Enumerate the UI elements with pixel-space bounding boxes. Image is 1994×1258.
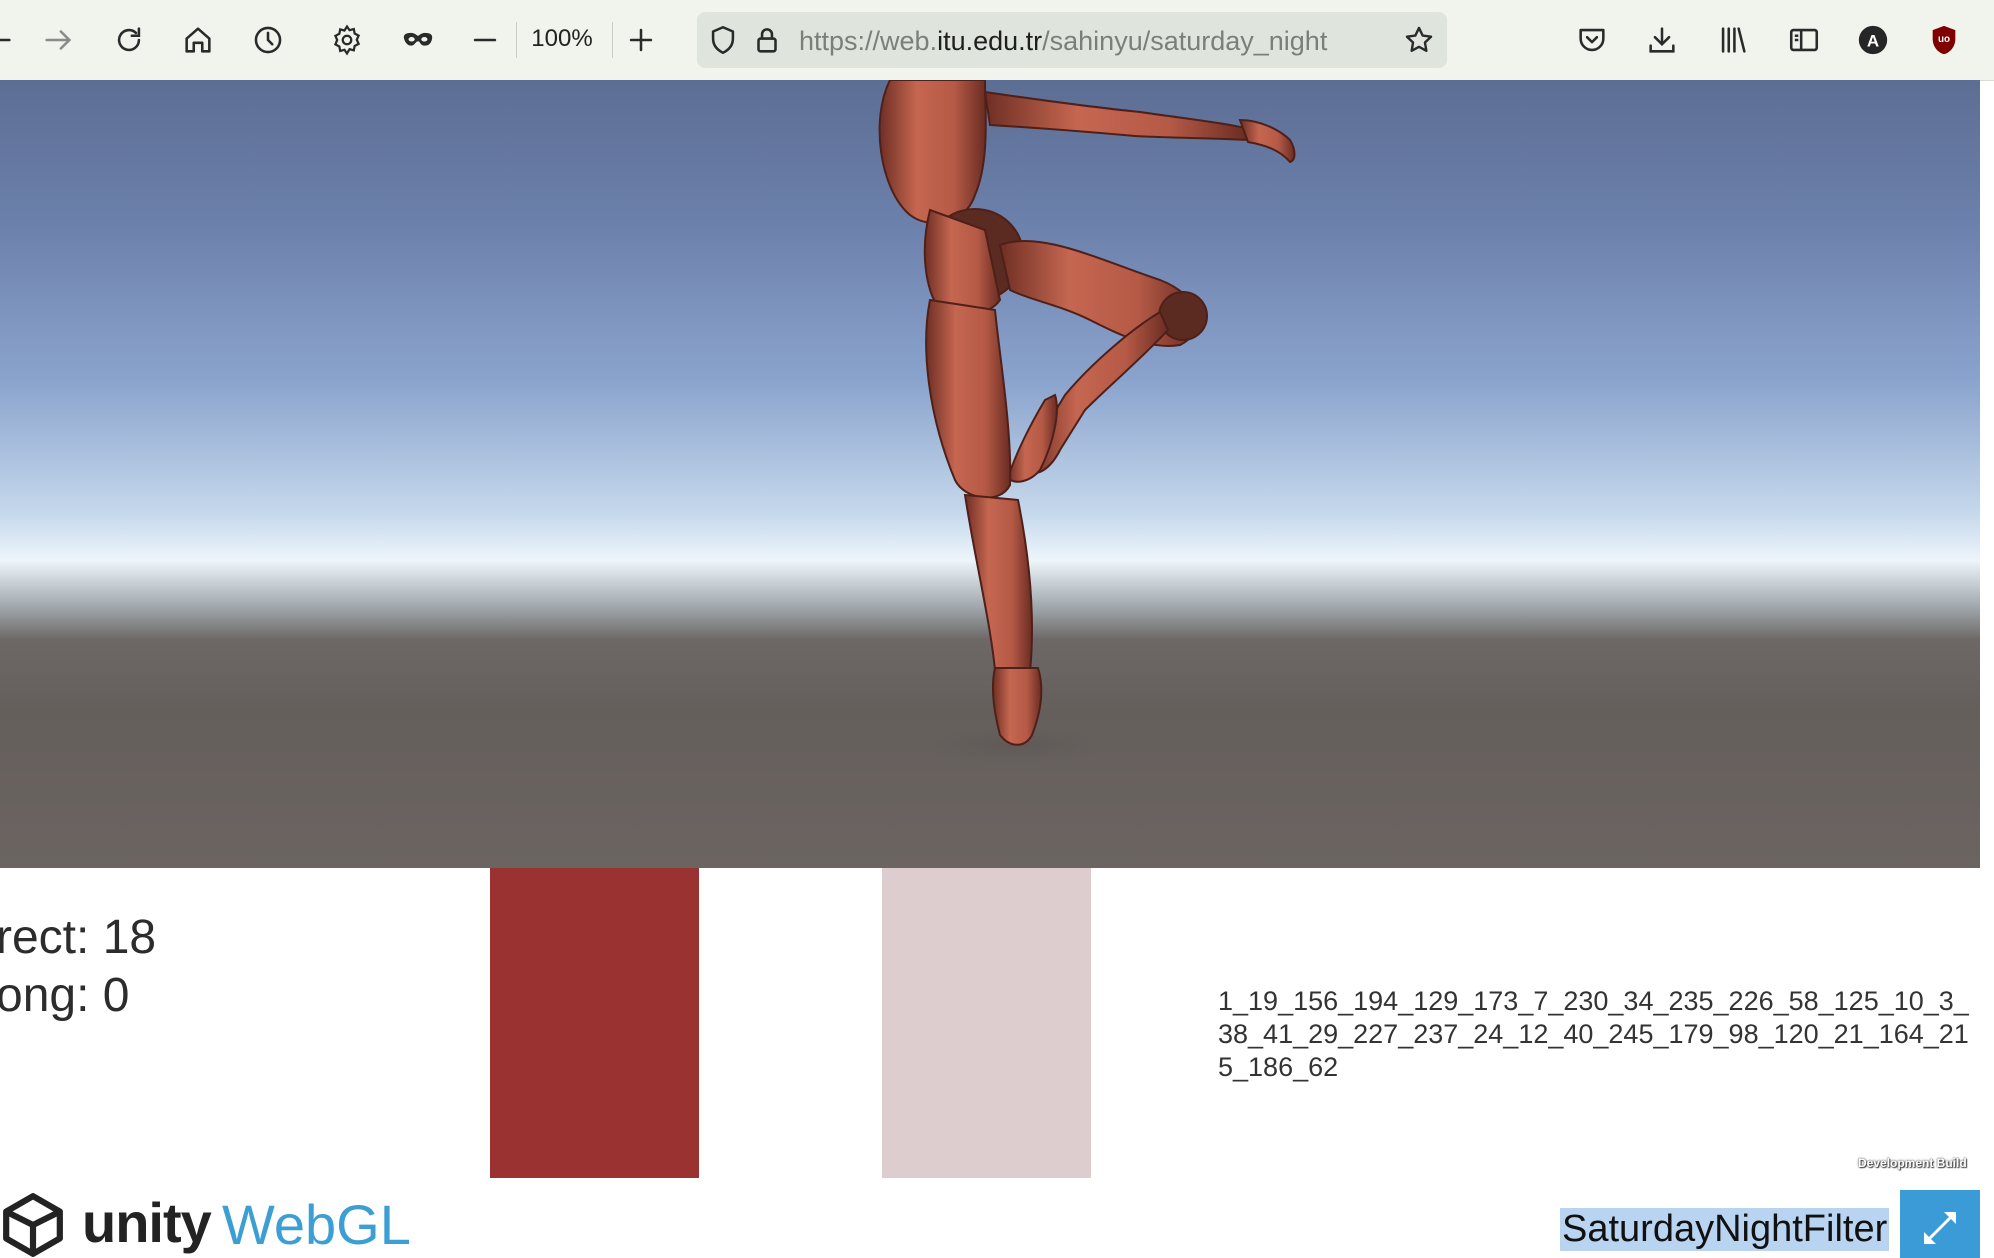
- unity-webgl-footer: unity WebGL SaturdayNightFilter: [0, 1180, 1994, 1258]
- figure-hand: [1238, 118, 1296, 164]
- minus-icon: [473, 38, 497, 42]
- downloads-button[interactable]: [1640, 18, 1684, 62]
- account-button[interactable]: A: [1851, 18, 1895, 62]
- dancing-mannequin-figure: [878, 80, 1296, 763]
- toolbar-divider: [612, 22, 613, 58]
- figure-raised-foot: [1006, 393, 1058, 483]
- history-button[interactable]: [246, 18, 290, 62]
- figure-standing-thigh: [925, 298, 1012, 499]
- development-build-watermark: Development Build: [1858, 1156, 1967, 1170]
- url-prefix: https://web.: [799, 26, 938, 56]
- unity-logo-icon: [3, 1193, 63, 1257]
- private-browsing-button[interactable]: [396, 18, 440, 62]
- zoom-in-button[interactable]: [619, 18, 663, 62]
- account-initial: A: [1867, 31, 1879, 50]
- forward-arrow-icon: [45, 30, 72, 50]
- unity-game-canvas[interactable]: [0, 80, 1980, 868]
- ublock-label: uo: [1938, 34, 1950, 45]
- sidebar-icon: [1789, 28, 1819, 52]
- unity-wordmark: unity: [82, 1191, 212, 1254]
- settings-button[interactable]: [325, 18, 369, 62]
- ublock-shield-icon: uo: [1932, 25, 1956, 55]
- url-text[interactable]: https://web.itu.edu.tr/sahinyu/saturday_…: [799, 26, 1384, 56]
- game-title: SaturdayNightFilter: [1560, 1208, 1890, 1251]
- home-icon: [185, 27, 211, 53]
- back-arrow-icon: [0, 38, 11, 42]
- star-icon: [1405, 26, 1433, 52]
- bookmark-star-button[interactable]: [1397, 18, 1441, 62]
- account-avatar-icon: A: [1858, 25, 1888, 55]
- url-path: /sahinyu/saturday_night: [1042, 26, 1328, 56]
- site-security-button[interactable]: [745, 18, 789, 62]
- pocket-button[interactable]: [1570, 18, 1614, 62]
- browser-toolbar: 100% https://web.itu.edu.tr/sahinyu/satu…: [0, 0, 1994, 81]
- target-color-swatch: [490, 868, 699, 1178]
- current-color-swatch: [882, 868, 1091, 1178]
- tracking-protection-button[interactable]: [701, 18, 745, 62]
- reload-icon: [117, 27, 141, 52]
- figure-standing-shin: [963, 493, 1033, 674]
- webgl-wordmark: WebGL: [222, 1193, 411, 1256]
- download-icon: [1649, 27, 1675, 53]
- figure-torso: [878, 80, 987, 225]
- wrong-score-label: ong: 0: [0, 969, 130, 1022]
- library-icon: [1721, 27, 1746, 53]
- sidebar-toggle-button[interactable]: [1782, 18, 1826, 62]
- ublock-extension-button[interactable]: uo: [1922, 18, 1966, 62]
- correct-score-label: rect: 18: [0, 911, 157, 964]
- reload-button[interactable]: [107, 18, 151, 62]
- forward-button[interactable]: [36, 18, 80, 62]
- fullscreen-expand-icon: [1924, 1212, 1956, 1244]
- clock-icon: [254, 26, 282, 54]
- lock-icon: [757, 28, 777, 53]
- address-bar[interactable]: https://web.itu.edu.tr/sahinyu/saturday_…: [697, 12, 1447, 68]
- plus-icon: [629, 28, 653, 52]
- home-button[interactable]: [176, 18, 220, 62]
- library-button[interactable]: [1711, 18, 1755, 62]
- fullscreen-button[interactable]: [1900, 1190, 1980, 1258]
- gear-icon: [333, 24, 361, 56]
- shield-icon: [711, 25, 735, 55]
- color-code-sequence: 1_19_156_194_129_173_7_230_34_235_226_58…: [1218, 986, 1969, 1082]
- toolbar-divider: [516, 22, 517, 58]
- zoom-level-indicator[interactable]: 100%: [520, 25, 604, 53]
- pocket-icon: [1579, 28, 1605, 52]
- figure-arm: [983, 90, 1250, 142]
- url-host: itu.edu.tr: [937, 26, 1043, 56]
- back-button[interactable]: [0, 18, 20, 62]
- mask-icon: [403, 32, 433, 46]
- zoom-out-button[interactable]: [463, 18, 507, 62]
